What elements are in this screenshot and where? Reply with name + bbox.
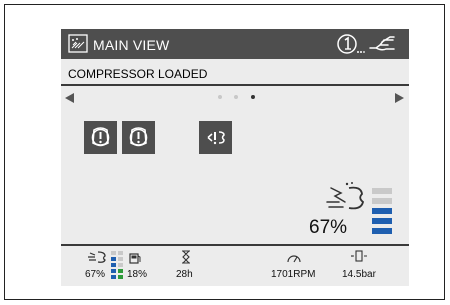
hand-icon[interactable]	[368, 34, 396, 59]
warning-circle-icon	[129, 127, 148, 147]
page-title: MAIN VIEW	[93, 37, 170, 53]
home-grid-icon[interactable]	[68, 34, 88, 58]
footer-rpm-value: 1701RPM	[271, 269, 316, 280]
fuel-level-gauge	[111, 251, 123, 279]
page-indicator-dot-3	[251, 95, 255, 99]
warning-compressor-icon	[207, 131, 225, 145]
footer-load-value: 67%	[85, 269, 106, 280]
info-circle-icon[interactable]	[337, 33, 365, 60]
load-percentage: 67%	[309, 217, 348, 238]
next-page-arrow-icon[interactable]	[394, 90, 404, 108]
load-bar-2	[372, 218, 392, 224]
divider-bottom	[61, 244, 409, 246]
load-bar-5	[372, 188, 392, 194]
load-bar-4	[372, 198, 392, 204]
warning-circle-icon	[91, 127, 110, 147]
footer-fuel-value: 18%	[127, 269, 148, 280]
load-bar-1	[372, 228, 392, 234]
divider-top	[61, 84, 409, 86]
hourglass-icon	[181, 250, 191, 269]
speedometer-icon	[286, 251, 302, 269]
alarm-tile-1[interactable]	[84, 121, 117, 154]
pressure-icon	[351, 249, 367, 268]
previous-page-arrow-icon[interactable]	[65, 90, 75, 108]
page-indicator-dot-1	[218, 95, 222, 99]
load-bar-3	[372, 208, 392, 214]
fuel-tank-icon	[129, 251, 141, 269]
alarm-tile-3[interactable]	[199, 121, 232, 154]
header-bar: MAIN VIEW	[61, 29, 409, 59]
alarm-tile-2[interactable]	[122, 121, 155, 154]
compressor-load-icon	[325, 182, 369, 219]
status-line: COMPRESSOR LOADED	[61, 63, 409, 83]
load-level-bars	[372, 188, 392, 234]
controller-screen: MAIN VIEW COMPRESSOR LOADED 67% 67% 18% …	[61, 29, 409, 286]
status-text: COMPRESSOR LOADED	[68, 67, 208, 81]
compressor-small-icon	[87, 250, 107, 269]
footer-pressure-value: 14.5bar	[342, 269, 376, 280]
page-indicator-dot-2	[234, 95, 238, 99]
footer-hours-value: 28h	[176, 269, 193, 280]
